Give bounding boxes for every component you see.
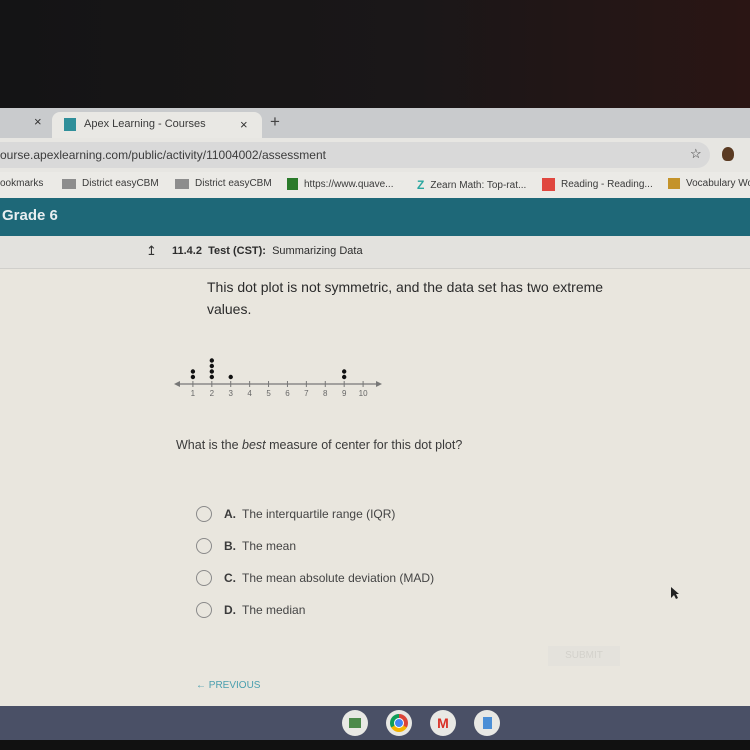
x-tick-label: 5: [266, 389, 271, 398]
bookmark-item[interactable]: ookmarks: [0, 178, 43, 189]
x-tick-label: 6: [285, 389, 290, 398]
choice-letter: B.: [224, 539, 236, 553]
choice-d[interactable]: D. The median: [196, 594, 434, 626]
x-tick-label: 1: [191, 389, 196, 398]
zearn-icon: Z: [417, 178, 425, 192]
choice-a[interactable]: A. The interquartile range (IQR): [196, 498, 434, 530]
bookmark-label: Reading - Reading...: [561, 179, 653, 190]
submit-button[interactable]: SUBMIT: [548, 646, 620, 666]
lesson-name: Summarizing Data: [272, 245, 363, 257]
dot-plot: 1 2 3 4 5 6 7 8 9 10: [174, 358, 382, 398]
radio-button[interactable]: [196, 538, 212, 554]
choice-text: The median: [242, 603, 306, 617]
bookmark-label: Vocabulary Wo: [686, 178, 750, 189]
bookmark-item[interactable]: Z Zearn Math: Top-rat...: [417, 178, 526, 192]
data-dot: [209, 363, 215, 369]
address-bar: ourse.apexlearning.com/public/activity/1…: [0, 138, 750, 172]
easycbm-icon: [62, 178, 76, 189]
lesson-header: ↥ 11.4.2 Test (CST): Summarizing Data: [0, 236, 750, 269]
lesson-title: 11.4.2 Test (CST): Summarizing Data: [172, 245, 363, 257]
choice-text: The mean: [242, 539, 297, 553]
bookmark-label: District easyCBM: [82, 178, 159, 189]
quaver-icon: [287, 178, 298, 190]
close-icon[interactable]: ×: [240, 117, 248, 132]
choice-letter: A.: [224, 507, 236, 521]
prompt-text: What is the: [176, 438, 242, 452]
bookmark-star-icon[interactable]: ☆: [690, 146, 702, 162]
data-dot: [209, 358, 215, 363]
previous-button[interactable]: ← PREVIOUS: [196, 680, 260, 691]
tab-title: Apex Learning - Courses: [84, 118, 206, 130]
docs-icon[interactable]: [474, 710, 500, 736]
bookmark-item[interactable]: Vocabulary Wo: [668, 178, 750, 189]
data-dot: [190, 374, 196, 380]
data-dot: [341, 374, 347, 380]
bookmark-label: Zearn Math: Top-rat...: [430, 179, 527, 191]
prompt-emphasis: best: [242, 438, 266, 452]
reading-icon: [542, 178, 555, 191]
x-tick-label: 3: [229, 389, 234, 398]
bookmark-item[interactable]: District easyCBM: [175, 178, 272, 189]
choice-text: The interquartile range (IQR): [242, 507, 396, 521]
x-tick-label: 10: [359, 389, 368, 398]
x-tick-label: 7: [304, 389, 309, 398]
screen-bottom-bezel: [0, 740, 750, 750]
lesson-number: 11.4.2: [172, 245, 202, 257]
tab-apex-learning[interactable]: Apex Learning - Courses ×: [52, 112, 262, 138]
up-arrow-icon[interactable]: ↥: [146, 243, 157, 259]
tab-inactive[interactable]: ×: [0, 108, 52, 138]
easycbm-icon: [175, 178, 189, 189]
data-dot: [228, 374, 233, 380]
choice-letter: C.: [224, 571, 236, 585]
radio-button[interactable]: [196, 602, 212, 618]
gmail-icon[interactable]: M: [430, 710, 456, 736]
os-shelf: M: [0, 706, 750, 740]
profile-avatar-icon[interactable]: [722, 147, 734, 161]
bookmark-label: https://www.quave...: [304, 178, 394, 190]
answer-choices: A. The interquartile range (IQR) B. The …: [196, 498, 434, 626]
choice-letter: D.: [224, 603, 236, 617]
bookmark-label: ookmarks: [0, 178, 44, 189]
radio-button[interactable]: [196, 506, 212, 522]
new-tab-button[interactable]: +: [270, 112, 280, 132]
lesson-type: Test (CST):: [208, 245, 266, 257]
screen-bezel: [0, 0, 750, 108]
bookmarks-bar: ookmarks District easyCBM District easyC…: [0, 172, 750, 198]
course-header: Grade 6: [0, 198, 750, 236]
x-tick-label: 8: [323, 389, 328, 398]
x-tick-label: 9: [342, 389, 347, 398]
choice-b[interactable]: B. The mean: [196, 530, 434, 562]
choice-text: The mean absolute deviation (MAD): [242, 571, 435, 585]
data-dot: [209, 374, 215, 380]
radio-button[interactable]: [196, 570, 212, 586]
axis-arrow-left: [174, 381, 180, 387]
apex-favicon-icon: [64, 118, 76, 131]
axis-arrow-right: [376, 381, 382, 387]
classroom-icon[interactable]: [342, 710, 368, 736]
data-dot: [190, 369, 196, 374]
url-text: ourse.apexlearning.com/public/activity/1…: [0, 148, 326, 162]
assessment-content: ↥ 11.4.2 Test (CST): Summarizing Data Th…: [0, 236, 750, 706]
course-title: Grade 6: [2, 207, 58, 224]
x-tick-label: 4: [247, 389, 252, 398]
data-dot: [209, 369, 215, 374]
data-dot: [341, 369, 347, 374]
bookmark-label: District easyCBM: [195, 178, 272, 189]
question-prompt: What is the best measure of center for t…: [176, 438, 462, 452]
bookmark-item[interactable]: District easyCBM: [62, 178, 159, 189]
close-icon[interactable]: ×: [34, 114, 42, 129]
x-tick-label: 2: [210, 389, 215, 398]
chrome-icon[interactable]: [386, 710, 412, 736]
tab-strip: × Apex Learning - Courses × +: [0, 108, 750, 138]
prompt-text: measure of center for this dot plot?: [265, 438, 463, 452]
url-input[interactable]: ourse.apexlearning.com/public/activity/1…: [0, 142, 710, 168]
mouse-cursor-icon: [671, 587, 679, 599]
choice-c[interactable]: C. The mean absolute deviation (MAD): [196, 562, 434, 594]
bookmark-item[interactable]: Reading - Reading...: [542, 178, 653, 191]
bookmark-item[interactable]: https://www.quave...: [287, 178, 394, 190]
question-stem: This dot plot is not symmetric, and the …: [207, 279, 604, 317]
vocabulary-icon: [668, 178, 680, 189]
